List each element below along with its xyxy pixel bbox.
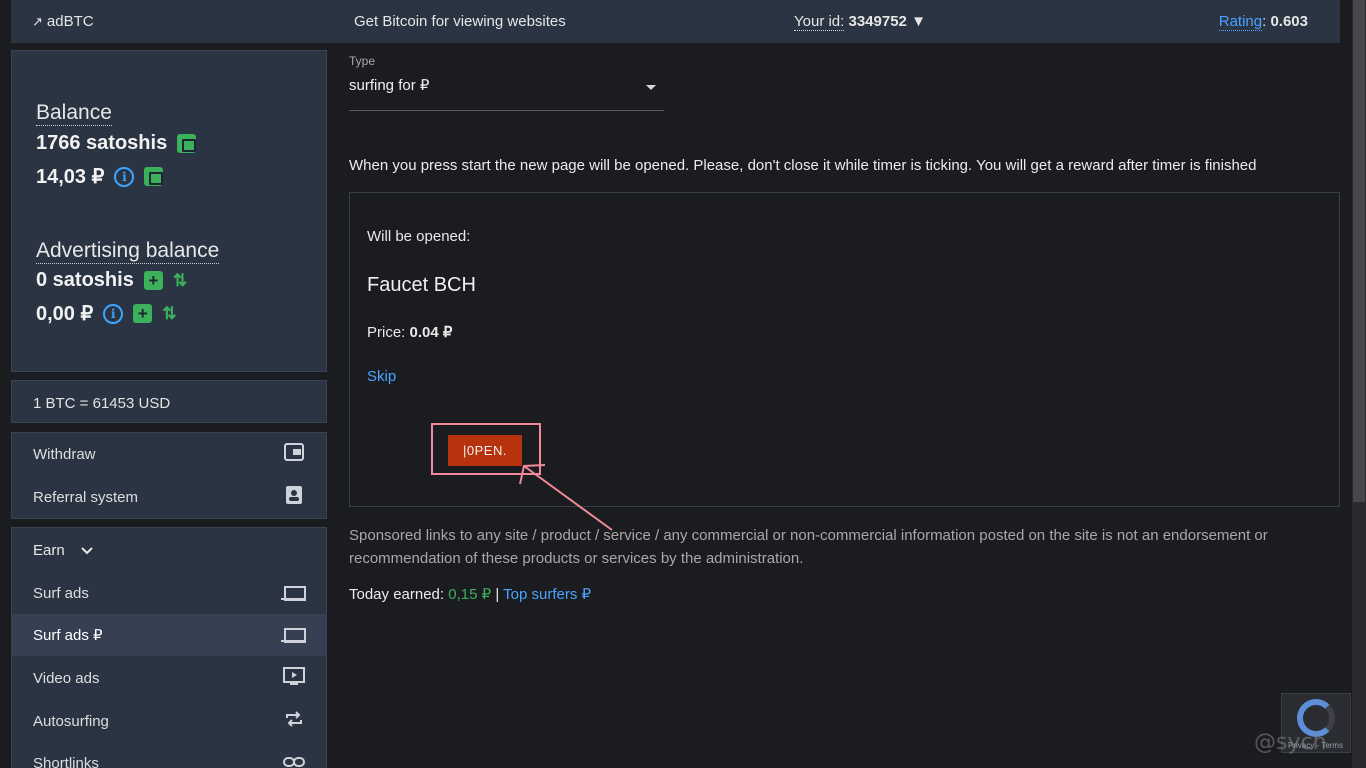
ad-rub-row: 0,00 ₽ i + ⇅ [36,301,176,326]
type-select-value: surfing for ₽ [349,77,430,94]
account-menu: Withdraw Referral system [11,432,327,519]
rating-value: 0.603 [1270,13,1308,30]
transfer-icon[interactable]: ⇅ [173,271,187,291]
user-id-label: Your id: [794,13,845,31]
today-earned-label: Today earned: [349,586,445,603]
advertising-balance-title[interactable]: Advertising balance [36,239,220,264]
today-earned-value: 0,15 ₽ [448,586,492,603]
menu-item-label: Referral system [33,488,139,506]
menu-item-withdraw[interactable]: Withdraw [12,433,326,475]
ad-satoshis-row: 0 satoshis + ⇅ [36,269,187,292]
info-icon[interactable]: i [103,303,124,324]
earn-menu: Earn Surf ads Surf ads ₽ Video ads Autos… [11,527,327,768]
sponsored-disclaimer: Sponsored links to any site / product / … [349,527,1268,567]
top-bar: ↗ adBTC Get Bitcoin for viewing websites… [11,0,1340,43]
user-id-menu[interactable]: Your id: 3349752 ▼ [794,13,926,31]
menu-item-label: Surf ads [33,584,89,602]
user-id-value: 3349752 [848,13,907,30]
will-be-opened-label: Will be opened: [367,228,471,245]
info-icon[interactable]: i [114,166,135,187]
balance-satoshis: 1766 satoshis [36,132,168,154]
brand-link[interactable]: ↗ adBTC [32,13,94,30]
menu-item-label: Shortlinks [33,754,99,768]
rating-link[interactable]: Rating [1218,13,1263,31]
wallet-icon [283,442,305,466]
wallet-icon[interactable] [177,134,197,153]
menu-item-label: Withdraw [33,445,96,463]
type-label: Type [349,54,376,68]
site-name: Faucet BCH [367,274,476,296]
watermark: @sych [1254,730,1327,755]
menu-item-label: Video ads [33,669,100,687]
sidebar-item-surf-ads-rub[interactable]: Surf ads ₽ [12,614,326,656]
sidebar-item-video-ads[interactable]: Video ads [12,657,326,699]
price: Price: 0.04 ₽ [367,323,452,341]
play-screen-icon [283,666,305,690]
transfer-icon[interactable]: ⇅ [162,304,176,324]
top-surfers-link[interactable]: Top surfers ₽ [503,586,591,603]
add-funds-icon[interactable]: + [143,271,163,290]
earn-title: Earn [33,542,65,559]
repeat-icon [283,709,305,734]
brand-name: adBTC [46,13,94,30]
price-value: 0.04 ₽ [409,324,453,341]
menu-item-label: Autosurfing [33,712,109,730]
balance-rub-row: 14,03 ₽ i [36,164,164,189]
scrollbar-thumb[interactable] [1353,0,1365,502]
open-button[interactable]: |0PEN. [448,435,522,466]
chevron-down-icon: ▼ [911,13,926,30]
open-card: Will be opened: Faucet BCH Price: 0.04 ₽… [349,192,1340,507]
price-label: Price: [367,324,406,341]
instructions-text: When you press start the new page will b… [349,157,1257,174]
balance-panel: Balance 1766 satoshis 14,03 ₽ i Advertis… [11,50,327,372]
balance-rub: 14,03 ₽ [36,166,105,188]
laptop-icon [281,626,306,644]
laptop-icon [281,584,306,602]
today-earned: Today earned: 0,15 ₽ | Top surfers ₽ [349,585,591,603]
type-select[interactable]: surfing for ₽ [349,76,664,111]
balance-satoshis-row: 1766 satoshis [36,132,197,155]
menu-item-referral[interactable]: Referral system [12,476,326,518]
menu-item-label: Surf ads ₽ [33,627,103,644]
ad-balance-rub: 0,00 ₽ [36,303,94,325]
add-funds-icon[interactable]: + [133,304,153,323]
ad-balance-satoshis: 0 satoshis [36,269,134,291]
site-slogan: Get Bitcoin for viewing websites [354,13,566,30]
rating: Rating: 0.603 [1218,13,1308,31]
separator: | [495,586,500,603]
chevron-down-icon [80,542,93,559]
earn-toggle[interactable]: Earn [33,542,93,559]
link-icon [283,753,305,768]
skip-link[interactable]: Skip [367,368,396,385]
sidebar-item-surf-ads[interactable]: Surf ads [12,572,326,614]
contact-card-icon [283,485,305,510]
balance-title[interactable]: Balance [36,101,112,126]
sidebar-item-shortlinks[interactable]: Shortlinks [12,742,326,768]
external-link-icon: ↗ [32,13,43,29]
sidebar-item-autosurfing[interactable]: Autosurfing [12,700,326,742]
btc-rate: 1 BTC = 61453 USD [11,380,327,423]
caret-down-icon [646,85,656,90]
wallet-icon[interactable] [144,167,164,186]
